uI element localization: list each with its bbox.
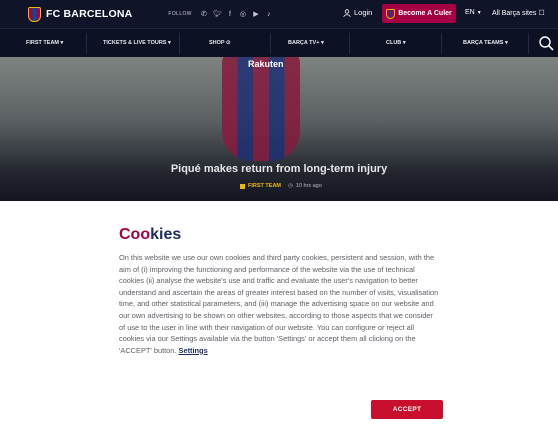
culer-crest-icon (386, 8, 396, 19)
nav-shop[interactable]: SHOP ⊙ (209, 40, 231, 46)
all-sites-link[interactable]: All Barça sites ☐ (492, 9, 545, 17)
main-nav: FIRST TEAM ▾ TICKETS & LIVE TOURS ▾ SHOP… (0, 28, 558, 58)
nav-first-team[interactable]: FIRST TEAM ▾ (26, 40, 63, 46)
fcb-logo[interactable]: FC BARCELONA (28, 6, 133, 22)
chevron-down-icon: ▾ (60, 40, 64, 46)
chevron-down-icon: ▾ (504, 40, 508, 46)
social-links: ✆ 🐦︎ f ◎ ▶ ♪ (200, 10, 273, 19)
language-label: EN (465, 9, 475, 16)
chevron-down-icon: ▾ (320, 40, 324, 46)
player-image (222, 57, 300, 161)
sites-menu-icon: ☐ (538, 10, 545, 17)
clock-icon: ◷ (288, 183, 293, 189)
logo-text: FC BARCELONA (46, 8, 133, 20)
nav-tickets[interactable]: TICKETS & LIVE TOURS ▾ (103, 40, 171, 46)
sponsor-logo: Rakuten (248, 59, 284, 69)
facebook-icon[interactable]: f (226, 11, 234, 18)
nav-label: BARÇA TEAMS (463, 40, 504, 46)
cookie-body: On this website we use our own cookies a… (119, 253, 439, 355)
instagram-icon[interactable]: ◎ (239, 10, 247, 18)
nav-barca-teams[interactable]: BARÇA TEAMS ▾ (463, 40, 508, 46)
user-icon (343, 8, 351, 17)
cookie-title-part1: Coo (119, 226, 151, 243)
nav-divider (270, 33, 271, 54)
nav-divider (86, 33, 87, 54)
accept-button[interactable]: ACCEPT (371, 400, 443, 419)
follow-label: FOLLOW (168, 11, 192, 17)
external-link-icon: ⊙ (226, 40, 231, 46)
whatsapp-icon[interactable]: ✆ (200, 10, 208, 18)
login-link[interactable]: Login (343, 8, 372, 17)
cookie-title-part2: kies (150, 226, 182, 243)
hero-banner[interactable]: Rakuten Piqué makes return from long-ter… (0, 57, 558, 201)
nav-label: BARÇA TV+ (288, 40, 320, 46)
hero-tag[interactable]: FIRST TEAM (248, 183, 281, 189)
crest-icon (28, 6, 41, 22)
nav-divider (179, 33, 180, 54)
language-selector[interactable]: EN ▼ (465, 9, 482, 16)
tiktok-icon[interactable]: ♪ (265, 11, 273, 18)
chevron-down-icon: ▾ (168, 40, 171, 46)
hero-meta: FIRST TEAM ◷ 10 hrs ago (240, 183, 322, 189)
twitter-icon[interactable]: 🐦︎ (213, 10, 222, 18)
chevron-down-icon: ▼ (476, 10, 482, 16)
youtube-icon[interactable]: ▶ (252, 10, 260, 18)
nav-divider (349, 33, 350, 54)
settings-link[interactable]: Settings (179, 346, 208, 355)
hero-time: 10 hrs ago (295, 183, 322, 189)
cookie-banner: Cookies On this website we use our own c… (0, 201, 558, 431)
cookie-text: On this website we use our own cookies a… (119, 252, 441, 356)
hero-title[interactable]: Piqué makes return from long-term injury (0, 163, 558, 175)
become-culer-button[interactable]: Become A Culer (382, 4, 456, 23)
nav-club[interactable]: CLUB ▾ (386, 40, 406, 46)
nav-label: TICKETS & LIVE TOURS (103, 40, 167, 46)
cookie-title: Cookies (119, 226, 181, 244)
become-culer-label: Become A Culer (398, 10, 452, 17)
chevron-down-icon: ▾ (402, 40, 406, 46)
nav-label: CLUB (386, 40, 402, 46)
nav-label: FIRST TEAM (26, 40, 59, 46)
all-sites-label: All Barça sites (492, 10, 537, 17)
nav-divider (441, 33, 442, 54)
search-icon[interactable] (538, 35, 554, 51)
tag-marker-icon (240, 183, 245, 189)
login-label: Login (354, 8, 373, 17)
nav-divider (528, 33, 529, 54)
nav-label: SHOP (209, 40, 225, 46)
top-header: FC BARCELONA FOLLOW ✆ 🐦︎ f ◎ ▶ ♪ Login B… (0, 0, 558, 28)
nav-barca-tv[interactable]: BARÇA TV+ ▾ (288, 40, 324, 46)
